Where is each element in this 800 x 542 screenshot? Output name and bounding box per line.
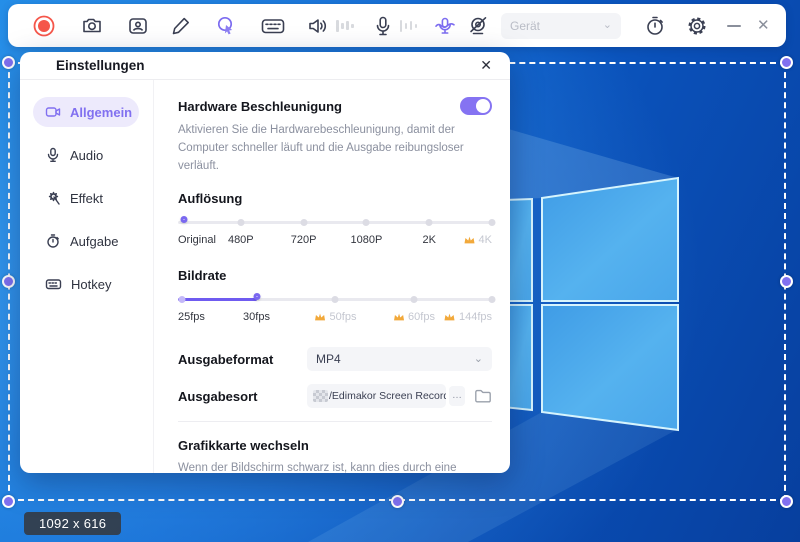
dialog-titlebar: Einstellungen ✕ — [20, 52, 510, 80]
browse-more-button[interactable]: … — [449, 386, 465, 406]
framerate-slider[interactable] — [178, 293, 492, 305]
sidebar-item-label: Effekt — [70, 191, 103, 206]
chevron-down-icon: ⌄ — [603, 20, 612, 31]
sidebar-item-label: Audio — [70, 148, 103, 163]
sidebar-item-hotkey[interactable]: Hotkey — [33, 269, 139, 299]
speaker-level-bars — [336, 19, 354, 33]
close-icon: ✕ — [757, 18, 770, 33]
recorder-toolbar: Gerät ⌄ ✕ — [8, 4, 786, 47]
tick-original: Original — [178, 234, 216, 246]
cursor-highlight-icon[interactable] — [214, 14, 238, 38]
resize-handle-bottom-right[interactable] — [780, 495, 793, 508]
resolution-slider-thumb[interactable] — [181, 216, 188, 223]
settings-content: Hardware Beschleunigung Aktivieren Sie d… — [154, 80, 510, 473]
microphone-level-bars — [400, 19, 418, 33]
magic-wand-icon — [45, 190, 61, 206]
tick-480p: 480P — [228, 234, 254, 246]
screenshot-camera-icon[interactable] — [80, 14, 104, 38]
output-location-label: Ausgabesort — [178, 389, 307, 404]
timer-icon — [45, 233, 61, 249]
graphics-title: Grafikkarte wechseln — [178, 438, 492, 453]
sidebar-item-label: Allgemein — [70, 105, 132, 120]
redacted-path-prefix — [313, 390, 328, 402]
hardware-acceleration-toggle[interactable] — [460, 97, 492, 115]
tick-30fps: 30fps — [243, 311, 270, 323]
keyboard-icon — [45, 276, 62, 292]
graphics-description: Wenn der Bildschirm schwarz ist, kann di… — [178, 460, 492, 473]
framerate-slider-thumb[interactable] — [253, 293, 260, 300]
tick-50fps: 50fps — [314, 311, 357, 323]
crown-icon — [392, 312, 405, 322]
more-icon: … — [452, 390, 462, 401]
webcam-off-icon[interactable] — [466, 14, 490, 38]
sidebar-item-label: Hotkey — [71, 277, 111, 292]
resize-handle-top-right[interactable] — [780, 56, 793, 69]
tick-25fps: 25fps — [178, 311, 205, 323]
framerate-ticks: 25fps 30fps 50fps 60fps 144fps — [178, 311, 492, 327]
resize-handle-middle-left[interactable] — [2, 275, 15, 288]
sidebar-item-audio[interactable]: Audio — [33, 140, 139, 170]
output-location-value: /Edimakor Screen Recorder — [329, 390, 446, 402]
microphone-icon — [45, 147, 61, 163]
speaker-icon[interactable] — [306, 14, 330, 38]
sidebar-item-allgemein[interactable]: Allgemein — [33, 97, 139, 127]
tick-4k: 4K — [463, 234, 492, 246]
resolution-label: Auflösung — [178, 191, 492, 206]
resize-handle-bottom-left[interactable] — [2, 495, 15, 508]
timer-icon[interactable] — [643, 14, 667, 38]
pencil-annotate-icon[interactable] — [170, 15, 192, 37]
output-format-value: MP4 — [316, 352, 341, 366]
close-icon: ✕ — [480, 57, 492, 73]
close-button[interactable]: ✕ — [757, 18, 770, 33]
output-format-select[interactable]: MP4 ⌄ — [307, 347, 492, 371]
sidebar-item-aufgabe[interactable]: Aufgabe — [33, 226, 139, 256]
open-folder-button[interactable] — [474, 388, 492, 404]
section-divider — [178, 421, 492, 422]
slider-track[interactable] — [178, 221, 492, 224]
device-select[interactable]: Gerät ⌄ — [501, 13, 621, 39]
tick-60fps: 60fps — [392, 311, 435, 323]
settings-sidebar: Allgemein Audio Effekt Aufgabe Hotkey — [20, 80, 154, 473]
hardware-acceleration-title: Hardware Beschleunigung — [178, 99, 460, 114]
mic-noise-reduction-icon[interactable] — [433, 14, 457, 38]
output-location-field[interactable]: /Edimakor Screen Recorder — [307, 384, 446, 408]
tick-720p: 720P — [291, 234, 317, 246]
video-camera-icon — [45, 104, 61, 120]
dialog-title: Einstellungen — [56, 58, 145, 73]
hardware-acceleration-description: Aktivieren Sie die Hardwarebeschleunigun… — [178, 122, 492, 175]
crown-icon — [443, 312, 456, 322]
settings-gear-icon[interactable] — [685, 14, 709, 38]
resolution-ticks: Original 480P 720P 1080P 2K 4K — [178, 234, 492, 250]
framerate-label: Bildrate — [178, 268, 492, 283]
output-format-label: Ausgabeformat — [178, 352, 307, 367]
microphone-icon[interactable] — [372, 14, 394, 38]
minimize-icon — [727, 25, 741, 27]
device-select-value: Gerät — [510, 19, 540, 33]
sidebar-item-label: Aufgabe — [70, 234, 118, 249]
chevron-down-icon: ⌄ — [474, 354, 483, 365]
resize-handle-middle-right[interactable] — [780, 275, 793, 288]
dialog-close-button[interactable]: ✕ — [480, 57, 492, 74]
resize-handle-top-left[interactable] — [2, 56, 15, 69]
folder-icon — [474, 388, 492, 404]
keyboard-overlay-icon[interactable] — [260, 15, 286, 37]
toggle-knob — [476, 99, 490, 113]
crown-icon — [314, 312, 327, 322]
tick-1080p: 1080P — [350, 234, 382, 246]
sidebar-item-effekt[interactable]: Effekt — [33, 183, 139, 213]
minimize-button[interactable] — [727, 25, 741, 27]
crown-icon — [463, 235, 476, 245]
webcam-panel-icon[interactable] — [126, 14, 150, 38]
record-button[interactable] — [32, 14, 56, 38]
tick-2k: 2K — [422, 234, 435, 246]
tick-144fps: 144fps — [443, 311, 492, 323]
resolution-slider[interactable] — [178, 216, 492, 228]
settings-dialog: Einstellungen ✕ Allgemein Audio Effekt A… — [20, 52, 510, 473]
resize-handle-bottom-center[interactable] — [391, 495, 404, 508]
selection-size-badge: 1092 x 616 — [24, 512, 121, 535]
